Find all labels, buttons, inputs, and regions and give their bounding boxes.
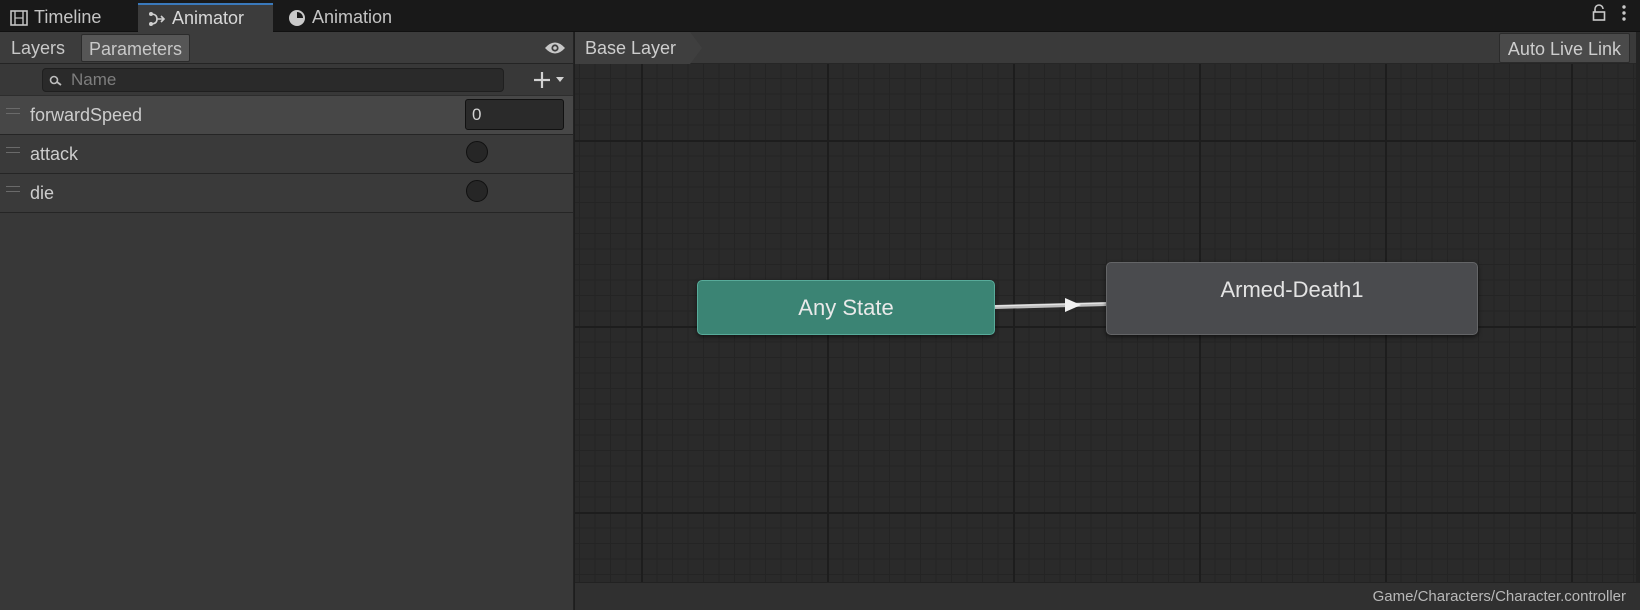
state-label: Armed-Death1 — [1220, 277, 1364, 302]
tab-animation[interactable]: Animation — [278, 3, 418, 32]
parameter-name: forwardSpeed — [30, 105, 143, 125]
trigger-radio[interactable] — [466, 180, 488, 202]
window-controls — [1592, 4, 1626, 22]
search-icon — [49, 73, 63, 87]
add-parameter-button[interactable] — [531, 68, 569, 92]
animator-icon — [148, 10, 166, 28]
parameters-tab[interactable]: Parameters — [81, 34, 191, 62]
parameter-name: die — [30, 183, 55, 203]
animator-graph[interactable]: Base Layer Auto Live Link Any State Arme… — [575, 32, 1640, 610]
chevron-down-icon — [556, 77, 564, 82]
float-value-field[interactable]: 0 — [465, 99, 564, 130]
transition-arrow[interactable] — [994, 292, 1108, 322]
auto-live-link-button[interactable]: Auto Live Link — [1498, 33, 1630, 63]
tab-animator-label: Animator — [172, 8, 245, 28]
controller-path: Game/Characters/Character.controller — [1372, 588, 1626, 605]
search-row — [0, 64, 573, 96]
search-field[interactable] — [42, 68, 504, 92]
tab-animation-label: Animation — [312, 7, 393, 27]
search-input[interactable] — [71, 69, 491, 91]
eye-icon[interactable] — [544, 40, 566, 54]
graph-footer: Game/Characters/Character.controller — [575, 582, 1640, 610]
lock-icon[interactable] — [1592, 4, 1606, 22]
layers-tab[interactable]: Layers — [4, 34, 72, 62]
parameter-name: attack — [30, 144, 79, 164]
kebab-menu-icon[interactable] — [1622, 4, 1626, 22]
drag-handle-icon[interactable] — [6, 108, 20, 114]
state-any-state[interactable]: Any State — [697, 280, 995, 335]
parameter-row-die[interactable]: die — [0, 174, 573, 213]
tab-timeline-label: Timeline — [34, 7, 102, 27]
breadcrumb-base-layer[interactable]: Base Layer — [575, 32, 702, 64]
tab-timeline[interactable]: Timeline — [0, 3, 135, 32]
window-tab-bar: Timeline Animator Animation — [0, 0, 1640, 32]
film-icon — [10, 9, 28, 27]
parameter-row-forwardspeed[interactable]: forwardSpeed 0 — [0, 96, 573, 135]
state-label: Any State — [798, 294, 894, 320]
right-edge-divider — [1636, 32, 1640, 582]
arrow-head-icon — [1065, 298, 1081, 312]
drag-handle-icon[interactable] — [6, 147, 20, 153]
parameters-panel: Layers Parameters forwardSpeed 0 attack … — [0, 32, 574, 610]
drag-handle-icon[interactable] — [6, 186, 20, 192]
state-armed-death1[interactable]: Armed-Death1 — [1106, 262, 1478, 335]
clock-icon — [288, 9, 306, 27]
graph-toolbar: Base Layer Auto Live Link — [575, 32, 1640, 64]
parameter-row-attack[interactable]: attack — [0, 135, 573, 174]
trigger-radio[interactable] — [466, 141, 488, 163]
left-toolbar: Layers Parameters — [0, 32, 573, 64]
tab-animator[interactable]: Animator — [138, 3, 273, 32]
